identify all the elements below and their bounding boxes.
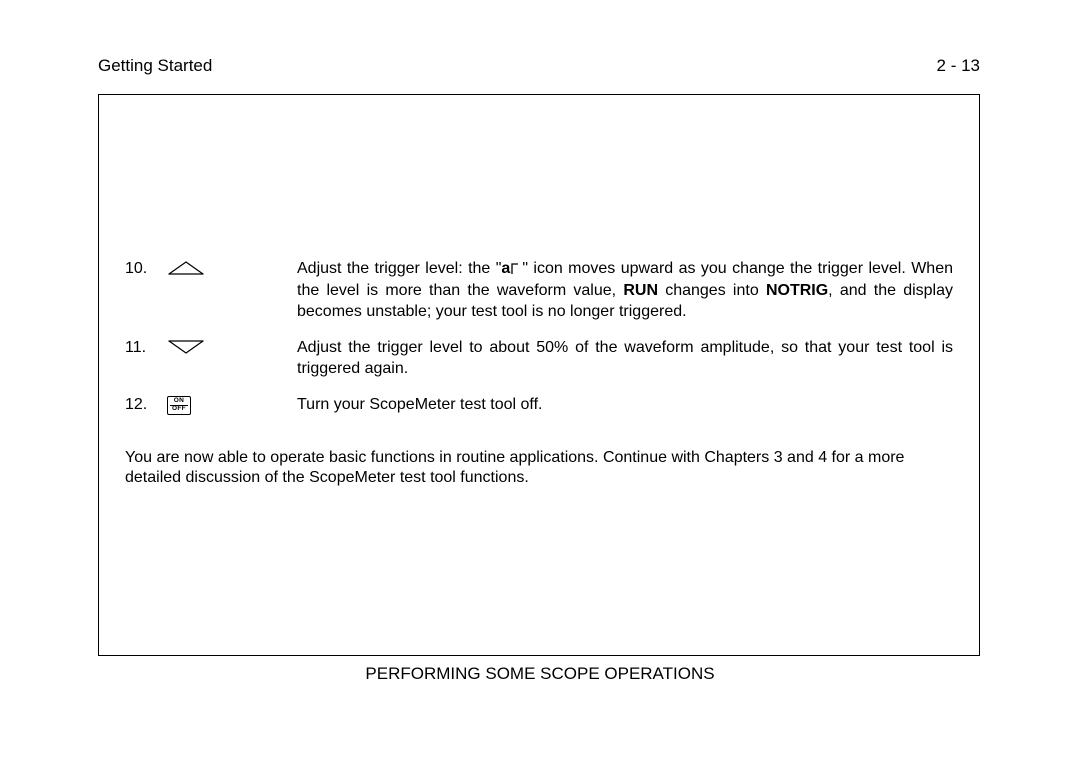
trigger-edge-icon	[511, 261, 521, 281]
bold-notrig: NOTRIG	[766, 282, 828, 299]
header-left: Getting Started	[98, 56, 212, 76]
text-fragment: changes into	[658, 282, 766, 299]
arrow-up-icon	[167, 260, 205, 274]
on-off-key-icon: ON OFF	[167, 396, 191, 415]
step-icon-cell	[167, 259, 297, 274]
step-row: 10. Adjust the trigger level: the "a" ic…	[125, 259, 953, 322]
step-row: 12. ON OFF Turn your ScopeMeter test too…	[125, 395, 953, 415]
step-number: 10.	[125, 259, 167, 279]
step-row: 11. Adjust the trigger level to about 50…	[125, 338, 953, 379]
step-text: Adjust the trigger level: the "a" icon m…	[297, 259, 953, 322]
closing-paragraph: You are now able to operate basic functi…	[125, 448, 953, 489]
step-text: Turn your ScopeMeter test tool off.	[297, 395, 953, 415]
manual-page: Getting Started 2 - 13 10. Adjust the tr…	[0, 0, 1080, 762]
step-number: 11.	[125, 338, 167, 358]
arrow-down-icon	[167, 339, 205, 353]
bold-a: a	[501, 260, 510, 277]
step-text: Adjust the trigger level to about 50% of…	[297, 338, 953, 379]
step-icon-cell: ON OFF	[167, 395, 297, 415]
step-number: 12.	[125, 395, 167, 415]
steps-list: 10. Adjust the trigger level: the "a" ic…	[125, 259, 953, 416]
bold-run: RUN	[623, 282, 658, 299]
step-icon-cell	[167, 338, 297, 353]
text-fragment: Adjust the trigger level: the "	[297, 260, 501, 277]
onoff-off-label: OFF	[170, 406, 188, 413]
page-header: Getting Started 2 - 13	[98, 56, 980, 76]
content-frame: 10. Adjust the trigger level: the "a" ic…	[98, 94, 980, 656]
header-right: 2 - 13	[937, 56, 980, 76]
footer-caption: PERFORMING SOME SCOPE OPERATIONS	[0, 664, 1080, 684]
